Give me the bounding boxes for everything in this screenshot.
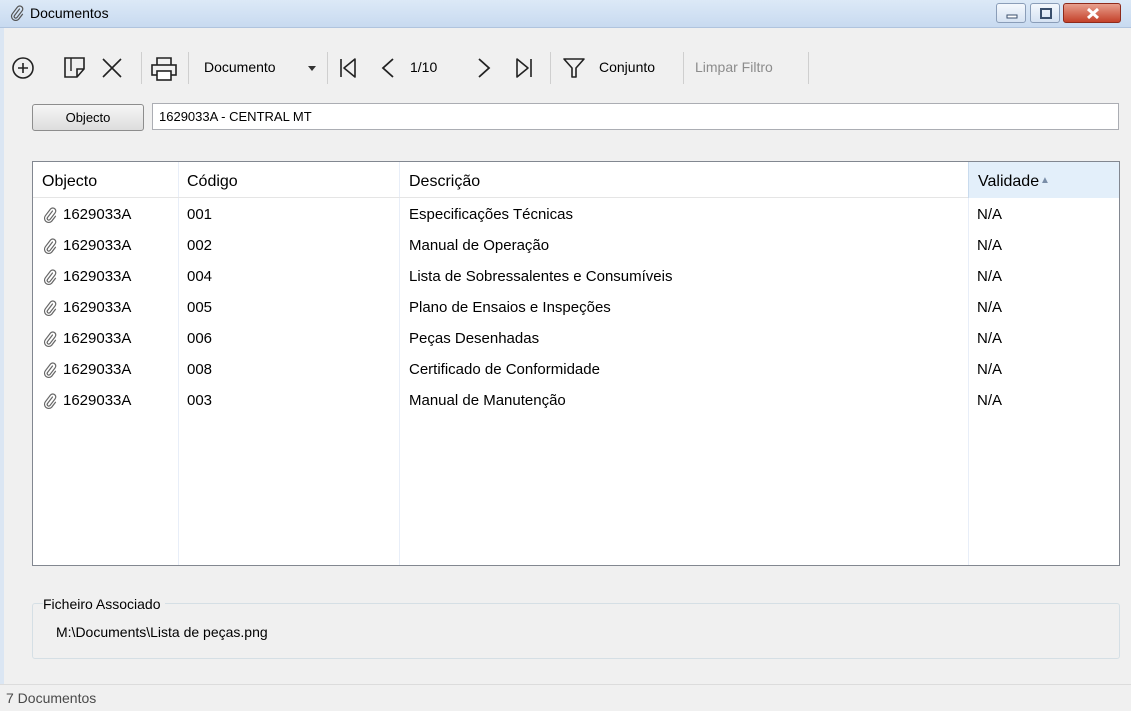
table-row[interactable]: 1629033A 004 Lista de Sobressalentes e Con…: [33, 261, 1119, 292]
window-border: [0, 28, 4, 684]
cell-descricao: Manual de Operação: [409, 237, 550, 254]
table-row[interactable]: 1629033A 008 Certificado de Conformidade N/…: [33, 354, 1119, 385]
cell-codigo: 008: [187, 361, 213, 378]
cell-validade: N/A: [977, 361, 1003, 378]
cell-descricao: Certificado de Conformidade: [409, 361, 600, 378]
cell-validade: N/A: [977, 392, 1003, 409]
cell-descricao: Lista de Sobressalentes e Consumíveis: [409, 268, 673, 285]
paperclip-icon: [10, 5, 24, 21]
paperclip-icon: [43, 207, 57, 224]
title-bar: Documentos: [0, 0, 1131, 28]
documents-table: Objecto Código Descrição ▲ Validade 1629…: [32, 161, 1120, 566]
chevron-down-icon[interactable]: [307, 65, 317, 73]
cell-descricao: Especificações Técnicas: [409, 206, 573, 223]
cell-objecto: 1629033A: [63, 206, 132, 223]
close-button[interactable]: [1063, 3, 1121, 23]
cell-objecto: 1629033A: [63, 330, 132, 347]
filter-icon[interactable]: [562, 56, 586, 80]
header-descricao[interactable]: Descrição: [409, 162, 959, 198]
status-text: 7 Documentos: [6, 690, 97, 706]
paperclip-icon: [43, 331, 57, 348]
print-icon[interactable]: [150, 56, 178, 82]
sort-ascending-icon: ▲: [1040, 175, 1050, 186]
paperclip-icon: [43, 393, 57, 410]
previous-icon[interactable]: [378, 56, 398, 80]
minimize-icon: [1006, 14, 1018, 19]
toolbar-separator: [683, 52, 684, 84]
cell-validade: N/A: [977, 206, 1003, 223]
cell-validade: N/A: [977, 299, 1003, 316]
cell-objecto: 1629033A: [63, 361, 132, 378]
delete-icon[interactable]: [100, 56, 124, 80]
header-validade[interactable]: ▲ Validade: [968, 162, 1119, 198]
cell-codigo: 002: [187, 237, 213, 254]
maximize-button[interactable]: [1030, 3, 1060, 23]
paperclip-icon: [43, 300, 57, 317]
minimize-button[interactable]: [996, 3, 1026, 23]
cell-codigo: 001: [187, 206, 213, 223]
clear-filter-button[interactable]: Limpar Filtro: [695, 59, 773, 75]
next-icon[interactable]: [474, 56, 494, 80]
table-row[interactable]: 1629033A 003 Manual de Manutenção N/A: [33, 385, 1119, 416]
cell-objecto: 1629033A: [63, 299, 132, 316]
toolbar-separator: [327, 52, 328, 84]
cell-codigo: 005: [187, 299, 213, 316]
associated-file-label: Ficheiro Associado: [43, 596, 165, 612]
cell-descricao: Manual de Manutenção: [409, 392, 566, 409]
page-indicator: 1/10: [410, 59, 438, 75]
add-circle-icon[interactable]: [11, 56, 35, 80]
cell-codigo: 004: [187, 268, 213, 285]
first-record-icon[interactable]: [336, 56, 360, 80]
toolbar-separator: [141, 52, 142, 84]
close-icon: [1086, 7, 1100, 20]
document-dropdown[interactable]: Documento: [204, 59, 276, 75]
header-validade-label: Validade: [978, 173, 1040, 190]
table-row[interactable]: 1629033A 005 Plano de Ensaios e Inspeções N…: [33, 292, 1119, 323]
cell-codigo: 006: [187, 330, 213, 347]
table-header: Objecto Código Descrição ▲ Validade: [33, 162, 1119, 198]
toolbar: Documento 1/10 Conjunto Limpar Filtro: [0, 48, 1131, 88]
cell-objecto: 1629033A: [63, 268, 132, 285]
cell-objecto: 1629033A: [63, 237, 132, 254]
maximize-icon: [1040, 8, 1052, 19]
cell-validade: N/A: [977, 330, 1003, 347]
table-row[interactable]: 1629033A 006 Peças Desenhadas N/A: [33, 323, 1119, 354]
set-button[interactable]: Conjunto: [599, 59, 655, 75]
table-row[interactable]: 1629033A 002 Manual de Operação N/A: [33, 230, 1119, 261]
status-bar: 7 Documentos: [0, 684, 1131, 711]
cell-validade: N/A: [977, 268, 1003, 285]
cell-objecto: 1629033A: [63, 392, 132, 409]
header-objecto[interactable]: Objecto: [42, 162, 172, 198]
open-document-icon[interactable]: [62, 55, 88, 81]
cell-validade: N/A: [977, 237, 1003, 254]
last-record-icon[interactable]: [512, 56, 536, 80]
object-field[interactable]: 1629033A - CENTRAL MT: [152, 103, 1119, 130]
paperclip-icon: [43, 238, 57, 255]
header-codigo[interactable]: Código: [187, 162, 387, 198]
cell-descricao: Plano de Ensaios e Inspeções: [409, 299, 611, 316]
toolbar-separator: [550, 52, 551, 84]
cell-descricao: Peças Desenhadas: [409, 330, 540, 347]
toolbar-separator: [808, 52, 809, 84]
associated-file-path[interactable]: M:\Documents\Lista de peças.png: [56, 624, 268, 640]
window-title: Documentos: [30, 5, 109, 21]
toolbar-separator: [188, 52, 189, 84]
table-row[interactable]: 1629033A 001 Especificações Técnicas N/A: [33, 199, 1119, 230]
object-button[interactable]: Objecto: [32, 104, 144, 131]
paperclip-icon: [43, 269, 57, 286]
cell-codigo: 003: [187, 392, 213, 409]
paperclip-icon: [43, 362, 57, 379]
